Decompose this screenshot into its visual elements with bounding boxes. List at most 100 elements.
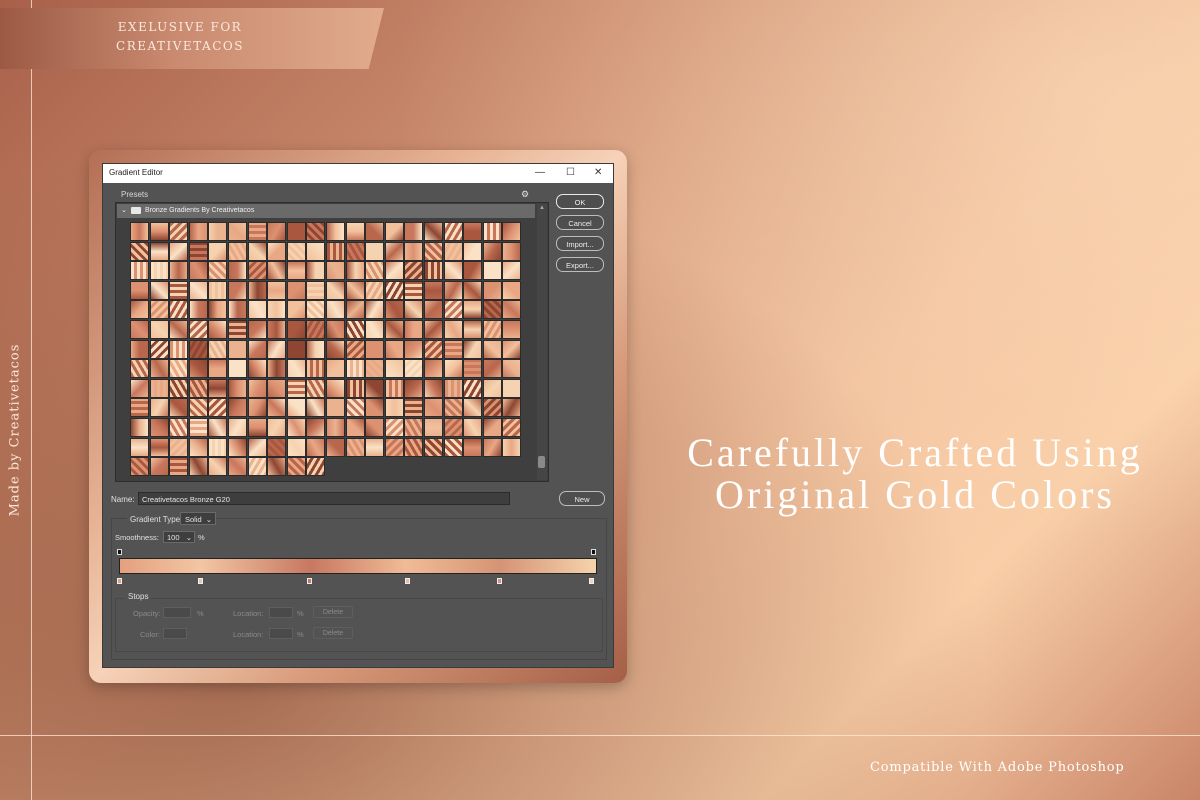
gradient-swatch[interactable] bbox=[325, 398, 345, 418]
gradient-swatch[interactable] bbox=[404, 241, 424, 261]
gradient-swatch[interactable] bbox=[188, 280, 208, 300]
gradient-swatch[interactable] bbox=[247, 339, 267, 359]
gradient-swatch[interactable] bbox=[188, 398, 208, 418]
color-stop[interactable] bbox=[589, 578, 594, 584]
gradient-swatch[interactable] bbox=[169, 417, 189, 437]
gradient-swatch[interactable] bbox=[306, 222, 326, 241]
gradient-swatch[interactable] bbox=[345, 280, 365, 300]
new-button[interactable]: New bbox=[559, 491, 605, 506]
gradient-swatch[interactable] bbox=[404, 437, 424, 457]
gradient-swatch[interactable] bbox=[502, 280, 522, 300]
gradient-swatch[interactable] bbox=[443, 241, 463, 261]
gradient-swatch[interactable] bbox=[384, 319, 404, 339]
gradient-swatch[interactable] bbox=[208, 339, 228, 359]
gradient-swatch[interactable] bbox=[208, 280, 228, 300]
gradient-swatch[interactable] bbox=[169, 437, 189, 457]
gradient-swatch[interactable] bbox=[286, 339, 306, 359]
gradient-swatch[interactable] bbox=[208, 359, 228, 379]
gradient-swatch[interactable] bbox=[169, 222, 189, 241]
gradient-swatch[interactable] bbox=[404, 398, 424, 418]
gradient-swatch[interactable] bbox=[267, 378, 287, 398]
gradient-type-select[interactable]: Solid ⌄ bbox=[180, 512, 216, 525]
gradient-swatch[interactable] bbox=[130, 222, 149, 241]
gradient-swatch[interactable] bbox=[404, 300, 424, 320]
gradient-swatch[interactable] bbox=[463, 378, 483, 398]
gradient-swatch[interactable] bbox=[130, 241, 149, 261]
gradient-swatch[interactable] bbox=[149, 359, 169, 379]
preset-group-row[interactable]: ⌄ Bronze Gradients By Creativetacos bbox=[117, 204, 535, 218]
gradient-swatch[interactable] bbox=[365, 222, 385, 241]
gradient-swatch[interactable] bbox=[286, 398, 306, 418]
gradient-swatch[interactable] bbox=[365, 280, 385, 300]
gradient-swatch[interactable] bbox=[247, 319, 267, 339]
gradient-swatch[interactable] bbox=[188, 300, 208, 320]
color-stop[interactable] bbox=[405, 578, 410, 584]
gradient-swatch[interactable] bbox=[130, 378, 149, 398]
gradient-swatch[interactable] bbox=[384, 339, 404, 359]
gradient-swatch[interactable] bbox=[325, 359, 345, 379]
gradient-swatch[interactable] bbox=[443, 417, 463, 437]
gradient-swatch[interactable] bbox=[169, 300, 189, 320]
gradient-swatch[interactable] bbox=[482, 359, 502, 379]
gradient-swatch[interactable] bbox=[267, 417, 287, 437]
gradient-swatch[interactable] bbox=[463, 319, 483, 339]
gradient-swatch[interactable] bbox=[227, 222, 247, 241]
gradient-swatch[interactable] bbox=[169, 280, 189, 300]
gradient-swatch[interactable] bbox=[325, 300, 345, 320]
gradient-swatch[interactable] bbox=[345, 319, 365, 339]
gradient-swatch[interactable] bbox=[365, 339, 385, 359]
gradient-swatch[interactable] bbox=[423, 437, 443, 457]
gradient-swatch[interactable] bbox=[482, 300, 502, 320]
gradient-swatch[interactable] bbox=[463, 280, 483, 300]
gradient-swatch[interactable] bbox=[306, 417, 326, 437]
gradient-swatch[interactable] bbox=[365, 359, 385, 379]
gradient-swatch[interactable] bbox=[208, 398, 228, 418]
gradient-swatch[interactable] bbox=[286, 241, 306, 261]
gradient-swatch[interactable] bbox=[384, 241, 404, 261]
gradient-swatch[interactable] bbox=[404, 359, 424, 379]
gradient-swatch[interactable] bbox=[384, 261, 404, 281]
opacity-stop-right[interactable] bbox=[591, 549, 596, 555]
gradient-swatch[interactable] bbox=[365, 398, 385, 418]
gradient-swatch[interactable] bbox=[149, 261, 169, 281]
gradient-swatch[interactable] bbox=[463, 261, 483, 281]
gradient-swatch[interactable] bbox=[149, 457, 169, 477]
gradient-swatch[interactable] bbox=[345, 359, 365, 379]
gradient-swatch[interactable] bbox=[149, 398, 169, 418]
gradient-swatch[interactable] bbox=[227, 300, 247, 320]
gradient-swatch[interactable] bbox=[502, 359, 522, 379]
gradient-swatch[interactable] bbox=[208, 300, 228, 320]
gradient-swatch[interactable] bbox=[384, 359, 404, 379]
gradient-swatch[interactable] bbox=[423, 261, 443, 281]
gradient-swatch[interactable] bbox=[443, 280, 463, 300]
gradient-swatch[interactable] bbox=[502, 222, 522, 241]
gradient-swatch[interactable] bbox=[130, 300, 149, 320]
gradient-swatch[interactable] bbox=[423, 398, 443, 418]
gradient-swatch[interactable] bbox=[345, 222, 365, 241]
gradient-swatch[interactable] bbox=[247, 437, 267, 457]
gradient-swatch[interactable] bbox=[463, 241, 483, 261]
gradient-swatch[interactable] bbox=[502, 378, 522, 398]
gradient-swatch[interactable] bbox=[208, 378, 228, 398]
gradient-swatch[interactable] bbox=[208, 241, 228, 261]
gradient-swatch[interactable] bbox=[130, 339, 149, 359]
name-field[interactable]: Creativetacos Bronze G20 bbox=[138, 492, 510, 505]
gradient-swatch[interactable] bbox=[227, 417, 247, 437]
gradient-swatch[interactable] bbox=[404, 319, 424, 339]
ok-button[interactable]: OK bbox=[556, 194, 604, 209]
gradient-swatch[interactable] bbox=[267, 457, 287, 477]
gradient-swatch[interactable] bbox=[188, 319, 208, 339]
gradient-swatch[interactable] bbox=[345, 378, 365, 398]
gradient-swatch[interactable] bbox=[306, 319, 326, 339]
gear-icon[interactable]: ⚙ bbox=[521, 189, 529, 200]
gradient-swatch[interactable] bbox=[365, 378, 385, 398]
gradient-swatch[interactable] bbox=[149, 378, 169, 398]
gradient-swatch[interactable] bbox=[365, 241, 385, 261]
gradient-swatch[interactable] bbox=[306, 339, 326, 359]
gradient-swatch[interactable] bbox=[149, 222, 169, 241]
gradient-swatch[interactable] bbox=[169, 241, 189, 261]
gradient-swatch[interactable] bbox=[286, 222, 306, 241]
title-bar[interactable]: Gradient Editor — ☐ ✕ bbox=[103, 164, 613, 183]
gradient-swatch[interactable] bbox=[130, 437, 149, 457]
gradient-swatch[interactable] bbox=[384, 378, 404, 398]
